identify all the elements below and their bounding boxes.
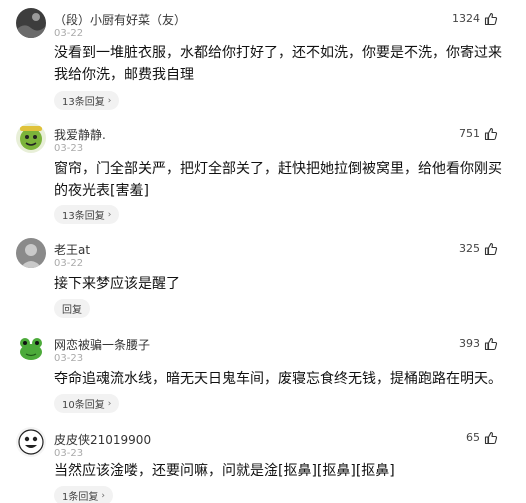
like-count: 65 bbox=[466, 431, 480, 444]
reply-count-label: 1条回复 bbox=[62, 492, 99, 503]
thumbs-up-icon bbox=[484, 431, 498, 445]
comment-date: 03-23 bbox=[54, 448, 84, 459]
comment-item: 皮皮侠21019900 03-23 65 当然应该淦喽，还要问嘛，问就是淦[抠鼻… bbox=[0, 0, 526, 503]
comment-text: 当然应该淦喽，还要问嘛，问就是淦[抠鼻][抠鼻][抠鼻] bbox=[54, 463, 395, 479]
cartoon-face-avatar-icon[interactable] bbox=[16, 427, 46, 457]
chevron-right-icon: › bbox=[101, 490, 105, 501]
like-button[interactable]: 65 bbox=[466, 431, 498, 445]
view-replies-button[interactable]: 1条回复 › bbox=[54, 486, 113, 503]
username[interactable]: 皮皮侠21019900 bbox=[54, 431, 151, 448]
